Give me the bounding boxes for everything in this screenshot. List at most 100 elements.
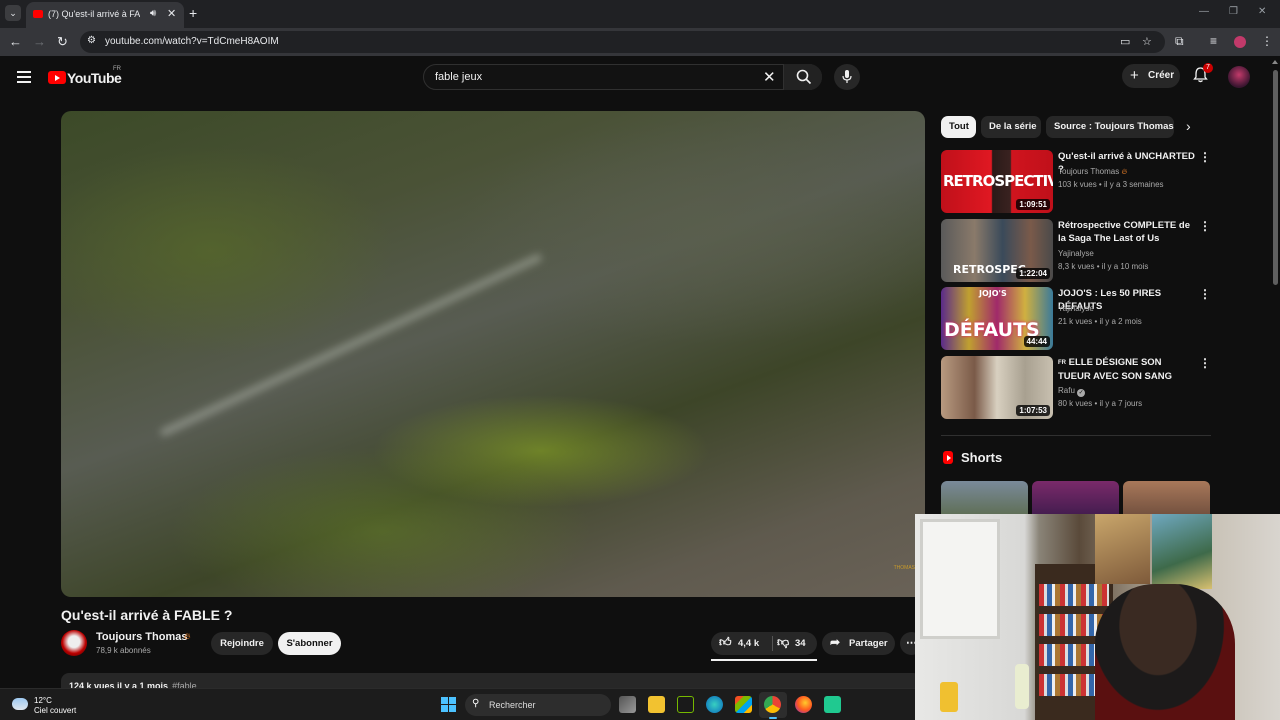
recommendation-channel[interactable]: Yajinalyse [1058, 249, 1094, 258]
extensions-icon[interactable]: ⧉ [1175, 34, 1184, 49]
thumbs-up-icon[interactable]: 👍︎ [719, 635, 732, 650]
chip-source[interactable]: Source : Toujours Thomas [1046, 116, 1174, 138]
chrome-icon[interactable] [764, 696, 781, 719]
webcam-overlay [915, 514, 1280, 720]
voice-search-button[interactable] [834, 64, 860, 90]
search-button[interactable] [783, 64, 822, 90]
recommendation-item[interactable]: 1:07:53 FR ELLE DÉSIGNE SON TUEUR AVEC S… [941, 356, 1211, 420]
notifications-button[interactable]: 7 [1193, 63, 1213, 88]
firefox-icon[interactable] [795, 696, 812, 713]
like-count[interactable]: 4,4 k [738, 638, 759, 649]
video-duration: 1:09:51 [1016, 199, 1050, 210]
share-label: Partager [849, 638, 888, 649]
recommendation-title[interactable]: FR ELLE DÉSIGNE SON TUEUR AVEC SON SANG … [1058, 356, 1196, 382]
recommendation-channel[interactable]: Yajinalyse [1058, 304, 1094, 313]
taskbar-search[interactable]: ⚲ Rechercher [465, 694, 611, 716]
address-bar[interactable]: ⚙ youtube.com/watch?v=TdCmeH8AOIM ▭ ☆ [80, 31, 1165, 53]
video-player[interactable]: THOMAS [61, 111, 925, 597]
chip-all[interactable]: Tout [941, 116, 976, 138]
recommendation-title[interactable]: Rétrospective COMPLETE de la Saga The La… [1058, 219, 1196, 245]
video-frame-detail [158, 252, 544, 438]
account-avatar[interactable] [1228, 66, 1250, 88]
verified-check-icon: ✓ [1077, 389, 1086, 397]
thumbs-down-icon[interactable]: 👎︎ [777, 635, 789, 650]
speaker-icon[interactable]: 🔊︎ [150, 8, 156, 19]
more-options-icon[interactable]: ⋮ [1199, 287, 1211, 301]
forward-icon[interactable]: → [33, 34, 46, 49]
task-view-icon[interactable] [619, 696, 636, 713]
back-icon[interactable]: ← [9, 34, 22, 49]
hamburger-menu-icon[interactable] [17, 71, 31, 86]
app-icon[interactable] [824, 696, 841, 713]
thumbnail-text: RETROSPECTIVE [943, 172, 1053, 190]
bookmark-star-icon[interactable]: ☆ [1142, 35, 1152, 48]
recommendation-item[interactable]: RETROSPECTIVE 1:09:51 Qu'est-il arrivé à… [941, 150, 1211, 214]
edge-icon[interactable] [706, 696, 723, 713]
language-prefix: FR [1058, 360, 1066, 366]
scroll-up-icon[interactable] [1272, 60, 1278, 64]
subscriber-count: 78,9 k abonnés [96, 646, 151, 655]
tab-search-button[interactable]: ⌄ [5, 5, 21, 21]
close-window-icon[interactable]: ✕ [1258, 6, 1266, 17]
video-thumbnail[interactable]: 1:07:53 [941, 356, 1053, 419]
like-underline [711, 659, 817, 661]
windows-taskbar: 12°C Ciel couvert ⚲ Rechercher [0, 688, 915, 720]
search-input[interactable]: fable jeux [435, 71, 482, 83]
recommendation-stats: 103 k vues • il y a 3 semaines [1058, 180, 1164, 189]
more-options-icon[interactable]: ⋮ [1199, 356, 1211, 370]
minimize-icon[interactable]: — [1199, 6, 1209, 17]
media-controls-icon[interactable]: ≡ [1210, 34, 1217, 48]
section-divider [941, 435, 1211, 436]
temperature: 12°C [34, 696, 52, 705]
shorts-header: Shorts [943, 450, 1002, 465]
recommendation-channel[interactable]: Toujours Thomas 🔥︎ [1058, 167, 1127, 177]
video-watermark: THOMAS [893, 565, 915, 571]
page-scrollbar[interactable] [1270, 56, 1280, 514]
webcam-cup [940, 682, 958, 712]
nvidia-icon[interactable] [677, 696, 694, 713]
store-icon[interactable] [735, 696, 752, 713]
cloud-icon [12, 698, 28, 710]
like-separator [772, 636, 773, 651]
fire-icon: 🔥︎ [184, 631, 191, 641]
close-tab-icon[interactable]: ✕ [167, 7, 176, 20]
channel-label: Toujours Thomas [1058, 167, 1120, 176]
video-thumbnail[interactable]: RETROSPEC 1:22:04 [941, 219, 1053, 282]
thumbnail-text: RETROSPEC [953, 263, 1026, 276]
chevron-right-icon[interactable]: › [1186, 118, 1191, 134]
new-tab-button[interactable]: + [189, 5, 197, 21]
file-explorer-icon[interactable] [648, 696, 665, 713]
channel-avatar[interactable] [61, 630, 87, 656]
video-thumbnail[interactable]: RETROSPECTIVE 1:09:51 [941, 150, 1053, 213]
channel-name[interactable]: Toujours Thomas [96, 631, 187, 643]
cast-icon[interactable]: ▭ [1120, 35, 1130, 48]
url-text: youtube.com/watch?v=TdCmeH8AOIM [105, 36, 279, 47]
profile-avatar[interactable] [1234, 36, 1246, 48]
recommendation-item[interactable]: JOJO'S DÉFAUTS 44:44 JOJO'S : Les 50 PIR… [941, 287, 1211, 351]
share-button[interactable]: ➦ Partager [822, 632, 895, 655]
browser-menu-icon[interactable]: ⋮ [1261, 34, 1273, 48]
dislike-count[interactable]: 34 [795, 638, 806, 649]
create-button[interactable]: + Créer [1122, 64, 1180, 88]
site-info-icon[interactable]: ⚙ [87, 35, 96, 46]
video-thumbnail[interactable]: JOJO'S DÉFAUTS 44:44 [941, 287, 1053, 350]
reload-icon[interactable]: ↻ [57, 34, 68, 50]
plus-icon: + [1130, 67, 1139, 84]
subscribe-button[interactable]: S'abonner [278, 632, 341, 655]
search-box[interactable]: fable jeux ✕ [423, 64, 822, 90]
youtube-logo[interactable]: YouTube FR [48, 66, 122, 87]
video-title: Qu'est-il arrivé à FABLE ? [61, 607, 233, 623]
browser-tab[interactable]: (7) Qu'est-il arrivé à FABLE ? 🔊︎ ✕ [26, 2, 184, 28]
chip-series[interactable]: De la série [981, 116, 1041, 138]
recommendation-channel[interactable]: Rafu ✓ [1058, 386, 1086, 397]
share-arrow-icon: ➦ [830, 635, 841, 649]
windows-start-icon[interactable] [441, 697, 456, 712]
more-options-icon[interactable]: ⋮ [1199, 150, 1211, 164]
join-button[interactable]: Rejoindre [211, 632, 273, 655]
browser-toolbar: ← → ↻ ⚙ youtube.com/watch?v=TdCmeH8AOIM … [0, 28, 1280, 56]
restore-icon[interactable]: ❐ [1229, 6, 1238, 17]
scrollbar-thumb[interactable] [1273, 70, 1278, 285]
more-options-icon[interactable]: ⋮ [1199, 219, 1211, 233]
recommendation-item[interactable]: RETROSPEC 1:22:04 Rétrospective COMPLETE… [941, 219, 1211, 283]
clear-search-icon[interactable]: ✕ [763, 68, 776, 86]
